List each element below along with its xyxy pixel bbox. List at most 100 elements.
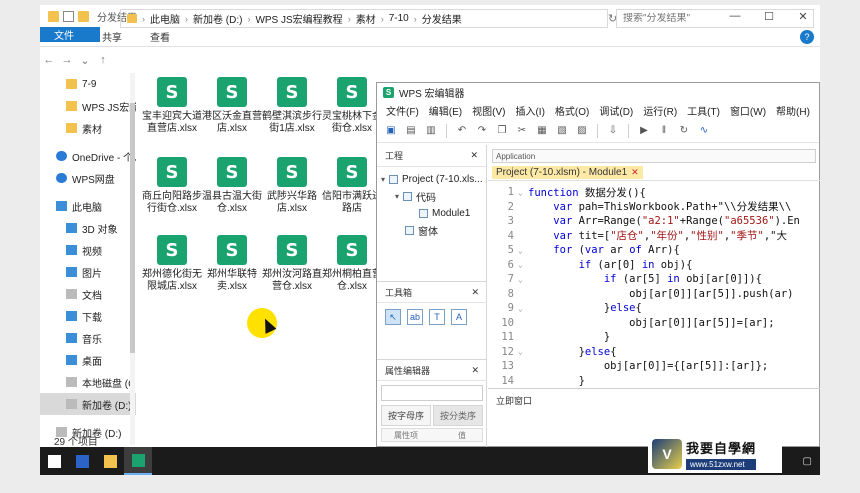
file-item[interactable]: S 商丘向阳路步行街仓.xlsx bbox=[142, 157, 202, 215]
file-item[interactable]: S 灵宝桃林下金街仓.xlsx bbox=[322, 77, 382, 135]
code-area[interactable]: 1 ⌄ function 数据分发(){2 var pah=ThisWorkbook… bbox=[488, 185, 820, 387]
file-item[interactable]: S 港区沃金直营店.xlsx bbox=[202, 77, 262, 135]
start-button[interactable] bbox=[40, 447, 68, 475]
fold-chevron-icon[interactable]: ⌄ bbox=[518, 304, 528, 313]
taskbar-app-word[interactable] bbox=[68, 447, 96, 475]
breadcrumb-item[interactable]: 分发结果 bbox=[422, 11, 462, 26]
tree-item-project[interactable]: ▾ Project (7-10.xls... bbox=[377, 171, 486, 188]
file-item[interactable]: S 武陟兴华路店.xlsx bbox=[262, 157, 322, 215]
code-line[interactable]: 12 ⌄ }else{ bbox=[488, 345, 820, 360]
code-line[interactable]: 3 var Arr=Range("a2:1"+Range("a65536").E… bbox=[488, 214, 820, 229]
code-line[interactable]: 10 obj[ar[0]][ar[5]]=[ar]; bbox=[488, 316, 820, 331]
menu-tools[interactable]: 工具(T) bbox=[682, 103, 725, 118]
code-line[interactable]: 9 ⌄ }else{ bbox=[488, 301, 820, 316]
sidebar-item-music[interactable]: 音乐 bbox=[40, 327, 136, 349]
forward-arrow-icon[interactable]: → bbox=[58, 54, 76, 66]
sidebar-item-sucai[interactable]: 素材 bbox=[40, 117, 136, 139]
search-box[interactable] bbox=[616, 9, 814, 28]
sidebar-item-onedrive[interactable]: OneDrive - 个人 bbox=[40, 145, 136, 167]
image-tool-icon[interactable]: A bbox=[451, 309, 467, 325]
chevron-down-icon[interactable]: ▾ bbox=[381, 175, 385, 184]
cut-icon[interactable]: ✂ bbox=[514, 123, 530, 139]
wps-view-icon[interactable]: ▣ bbox=[383, 123, 399, 139]
code-line[interactable]: 11 } bbox=[488, 330, 820, 345]
tree-item-forms[interactable]: 窗体 bbox=[377, 222, 486, 239]
tree-item-module1[interactable]: Module1 bbox=[377, 205, 486, 222]
sidebar-item-drive-d[interactable]: 新加卷 (D:) bbox=[40, 393, 136, 415]
search-input[interactable] bbox=[623, 13, 783, 24]
sidebar-item-3d[interactable]: 3D 对象 bbox=[40, 217, 136, 239]
scrollbar-thumb[interactable] bbox=[130, 103, 135, 353]
menu-help[interactable]: 帮助(H) bbox=[771, 103, 815, 118]
breadcrumb-item[interactable]: 7-10 bbox=[389, 13, 409, 24]
sidebar-item-drive-c[interactable]: 本地磁盘 (C:) bbox=[40, 371, 136, 393]
tree-item-code[interactable]: ▾ 代码 bbox=[377, 188, 486, 205]
breadcrumb-item[interactable]: WPS JS宏编程教程 bbox=[255, 11, 342, 26]
code-line[interactable]: 8 obj[ar[0]][ar[5]].push(ar) bbox=[488, 287, 820, 302]
sidebar-item-desktop[interactable]: 桌面 bbox=[40, 349, 136, 371]
sidebar-item-pictures[interactable]: 图片 bbox=[40, 261, 136, 283]
file-item[interactable]: S 宝丰迎宾大道直营店.xlsx bbox=[142, 77, 202, 135]
file-item[interactable]: S 信阳市满跃进路店 bbox=[322, 157, 382, 215]
sidebar-item-this-pc[interactable]: 此电脑 bbox=[40, 195, 136, 217]
undo-icon[interactable]: ↶ bbox=[454, 123, 470, 139]
breadcrumb-item[interactable]: 素材 bbox=[356, 11, 376, 26]
sidebar-item-videos[interactable]: 视频 bbox=[40, 239, 136, 261]
help-icon[interactable]: ? bbox=[800, 30, 814, 44]
new-folder-icon[interactable] bbox=[78, 10, 89, 22]
sidebar-item-downloads[interactable]: 下载 bbox=[40, 305, 136, 327]
taskbar-app-explorer[interactable] bbox=[96, 447, 124, 475]
file-item[interactable]: S 郑州桐柏直营仓.xlsx bbox=[322, 235, 382, 293]
chevron-down-icon[interactable]: ▾ bbox=[395, 192, 399, 201]
redo-icon[interactable]: ↷ bbox=[474, 123, 490, 139]
menu-edit[interactable]: 编辑(E) bbox=[424, 103, 467, 118]
menu-window[interactable]: 窗口(W) bbox=[725, 103, 771, 118]
code-line[interactable]: 2 var pah=ThisWorkbook.Path+"\\分发结果\\ bbox=[488, 200, 820, 215]
fold-chevron-icon[interactable]: ⌄ bbox=[518, 246, 528, 255]
code-line[interactable]: 4 var tit=["店仓","年份","性别","季节","大 bbox=[488, 229, 820, 244]
comment-icon[interactable]: ▨ bbox=[574, 123, 590, 139]
recent-chevron-icon[interactable]: ⌄ bbox=[76, 54, 94, 67]
properties-icon[interactable] bbox=[63, 10, 74, 22]
notification-icon[interactable]: ▢ bbox=[803, 456, 812, 467]
file-item[interactable]: S 鹤壁淇滨步行街1店.xlsx bbox=[262, 77, 322, 135]
close-icon[interactable]: ✕ bbox=[470, 150, 478, 161]
close-icon[interactable]: ✕ bbox=[471, 365, 479, 376]
object-select[interactable]: Application bbox=[492, 149, 816, 163]
taskbar-app-wps[interactable] bbox=[124, 447, 152, 475]
save-icon[interactable]: ▥ bbox=[423, 123, 439, 139]
fold-chevron-icon[interactable]: ⌄ bbox=[518, 188, 528, 197]
up-arrow-icon[interactable]: ↑ bbox=[94, 54, 112, 66]
fold-chevron-icon[interactable]: ⌄ bbox=[518, 275, 528, 284]
format-icon[interactable]: ▧ bbox=[554, 123, 570, 139]
pause-icon[interactable]: ‖ bbox=[656, 123, 672, 139]
menu-format[interactable]: 格式(O) bbox=[550, 103, 594, 118]
menu-insert[interactable]: 插入(I) bbox=[510, 103, 549, 118]
fold-chevron-icon[interactable]: ⌄ bbox=[518, 347, 528, 356]
sidebar-item-wps-cloud[interactable]: WPS网盘 bbox=[40, 167, 136, 189]
close-icon[interactable]: ✕ bbox=[471, 287, 479, 298]
code-line[interactable]: 5 ⌄ for (var ar of Arr){ bbox=[488, 243, 820, 258]
menu-file[interactable]: 文件(F) bbox=[381, 103, 424, 118]
reset-icon[interactable]: ↻ bbox=[676, 123, 692, 139]
tab-module1[interactable]: Project (7-10.xlsm) - Module1 ✕ bbox=[492, 166, 643, 179]
sidebar-scrollbar[interactable] bbox=[130, 73, 135, 445]
code-line[interactable]: 7 ⌄ if (ar[5] in obj[ar[0]]){ bbox=[488, 272, 820, 287]
address-bar[interactable]: › 此电脑 › 新加卷 (D:) › WPS JS宏编程教程 › 素材 › 7-… bbox=[120, 9, 608, 28]
properties-object-select[interactable] bbox=[381, 385, 483, 401]
run-icon[interactable]: ▶ bbox=[636, 123, 652, 139]
export-icon[interactable]: ⇩ bbox=[605, 123, 621, 139]
breadcrumb-item[interactable]: 此电脑 bbox=[150, 11, 180, 26]
sidebar-item-7-9[interactable]: 7-9 bbox=[40, 73, 136, 95]
sidebar-item-wps-js[interactable]: WPS JS宏编 bbox=[40, 95, 136, 117]
insert-icon[interactable]: ▤ bbox=[403, 123, 419, 139]
file-item[interactable]: S 郑州汝河路直营仓.xlsx bbox=[262, 235, 322, 293]
code-line[interactable]: 13 obj[ar[0]]={[ar[5]]:[ar]}; bbox=[488, 359, 820, 374]
code-line[interactable]: 6 ⌄ if (ar[0] in obj){ bbox=[488, 258, 820, 273]
menu-view[interactable]: 视图(V) bbox=[467, 103, 510, 118]
close-icon[interactable]: ✕ bbox=[631, 167, 639, 178]
file-item[interactable]: S 郑州华联特卖.xlsx bbox=[202, 235, 262, 293]
textbox-tool-icon[interactable]: T bbox=[429, 309, 445, 325]
file-item[interactable]: S 郑州德化街无限城店.xlsx bbox=[142, 235, 202, 293]
breadcrumb-item[interactable]: 新加卷 (D:) bbox=[193, 11, 242, 26]
